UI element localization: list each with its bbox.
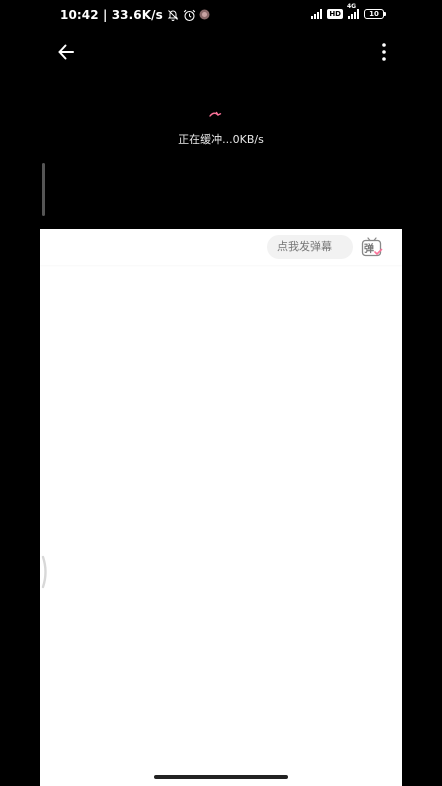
battery-indicator: 10 [364,9,386,19]
back-button[interactable] [52,38,80,66]
status-bar: 10:42 | 33.6K/s HD 4G 10 [0,0,442,34]
loading-spinner-icon [207,106,223,122]
more-vertical-icon [382,43,386,61]
status-time-speed: 10:42 | 33.6K/s [60,8,163,22]
network-type: 4G [347,3,357,10]
status-left: 10:42 | 33.6K/s [60,8,211,22]
battery-level: 10 [369,10,379,18]
bell-off-icon [167,9,179,21]
signal-strength-1-icon [311,9,323,19]
home-indicator[interactable] [154,775,288,779]
brightness-slider-handle[interactable] [42,163,45,216]
app-notification-icon [199,9,211,21]
danmaku-input[interactable] [267,235,353,259]
danmaku-bar: 弹 [40,229,402,265]
buffering-status-text: 正在缓冲...0KB/s [178,133,264,146]
danmaku-toggle-label: 弹 [364,244,374,255]
arrow-left-icon [58,44,74,60]
status-right: HD 4G 10 [311,3,386,19]
hd-badge: HD [327,9,343,19]
alarm-clock-icon [183,9,196,22]
signal-strength-2-icon: 4G [347,3,359,19]
content-panel: 弹 [40,229,402,786]
volume-slider-handle[interactable] [40,554,50,590]
danmaku-toggle-button[interactable]: 弹 [360,235,384,259]
more-options-button[interactable] [370,38,398,66]
